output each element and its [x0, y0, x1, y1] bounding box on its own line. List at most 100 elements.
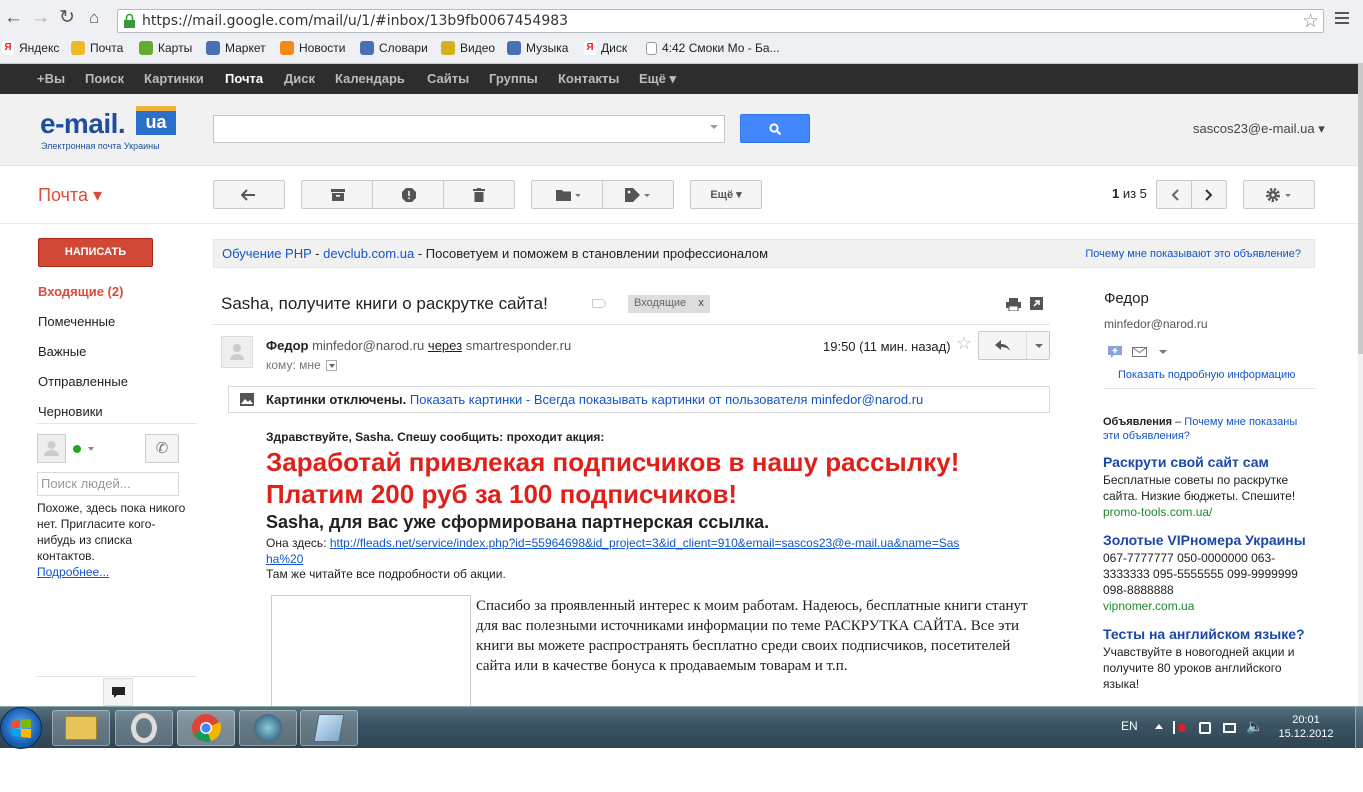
label-inbox[interactable]: Входящие x: [628, 295, 710, 313]
labels-button[interactable]: [602, 180, 674, 209]
gbar-calendar[interactable]: Календарь: [335, 71, 405, 86]
remove-label-icon[interactable]: x: [698, 297, 704, 309]
mail-switcher[interactable]: Почта ▾: [38, 185, 102, 206]
side-ad-url[interactable]: promo-tools.com.ua/: [1103, 505, 1212, 519]
account-menu[interactable]: sascos23@e-mail.ua ▾: [1193, 121, 1325, 137]
gbar-sites[interactable]: Сайты: [427, 71, 469, 86]
action-center-icon[interactable]: [1173, 721, 1186, 734]
show-images-link[interactable]: Показать картинки: [410, 392, 522, 407]
print-icon[interactable]: [1006, 298, 1021, 311]
always-show-images-link[interactable]: Всегда показывать картинки от пользовате…: [534, 392, 923, 407]
reload-icon[interactable]: ↻: [59, 8, 75, 28]
new-window-icon[interactable]: [1030, 297, 1043, 310]
chat-add-icon[interactable]: [1108, 346, 1122, 358]
show-desktop-button[interactable]: [1355, 707, 1363, 749]
ad-link-devclub[interactable]: devclub.com.ua: [323, 246, 414, 261]
via-link[interactable]: через: [428, 338, 462, 353]
move-to-button[interactable]: [531, 180, 603, 209]
network-icon[interactable]: [1223, 723, 1236, 733]
device-icon[interactable]: [1199, 722, 1211, 734]
taskbar-media-app[interactable]: [239, 710, 297, 746]
chat-more-link[interactable]: Подробнее...: [37, 565, 109, 579]
side-ad-title[interactable]: Раскрути свой сайт сам: [1103, 454, 1269, 470]
status-online-icon[interactable]: [73, 445, 81, 453]
volume-icon[interactable]: 🔈: [1246, 718, 1263, 735]
taskbar-notepad[interactable]: [300, 710, 358, 746]
forward-icon[interactable]: →: [31, 8, 50, 28]
bookmark-karty[interactable]: Карты: [139, 41, 192, 55]
older-button[interactable]: [1191, 180, 1227, 209]
side-ad-title[interactable]: Золотые VIPномера Украины: [1103, 532, 1306, 548]
chat-toggle-button[interactable]: [103, 678, 133, 706]
search-options-icon[interactable]: [710, 125, 718, 129]
nav-sent[interactable]: Отправленные: [38, 374, 128, 389]
system-clock[interactable]: 20:01 15.12.2012: [1275, 713, 1337, 741]
divider: [1103, 388, 1315, 389]
partner-link[interactable]: http://fleads.net/service/index.php?id=5…: [266, 536, 959, 566]
gbar-mail[interactable]: Почта: [225, 71, 263, 86]
contact-actions-dropdown-icon[interactable]: [1159, 350, 1167, 354]
bookmark-muzyka[interactable]: Музыка: [507, 41, 568, 55]
bookmark-market[interactable]: Маркет: [206, 41, 266, 55]
more-button[interactable]: Ещё ▾: [690, 180, 762, 209]
gbar-contacts[interactable]: Контакты: [558, 71, 619, 86]
ad-why-link[interactable]: Почему мне показывают это объявление?: [1085, 248, 1301, 260]
bookmark-disk[interactable]: Я Диск: [584, 41, 627, 55]
star-icon[interactable]: ☆: [956, 333, 972, 354]
gbar-more[interactable]: Ещё ▾: [639, 71, 676, 87]
settings-button[interactable]: [1243, 180, 1315, 209]
star-icon[interactable]: ☆: [1302, 10, 1319, 33]
call-phone-button[interactable]: ✆: [145, 434, 179, 463]
gbar-drive[interactable]: Диск: [284, 71, 315, 86]
bookmark-slovari[interactable]: Словари: [360, 41, 428, 55]
sender-avatar[interactable]: [221, 336, 253, 368]
nav-important[interactable]: Важные: [38, 344, 86, 359]
back-to-inbox-button[interactable]: [213, 180, 285, 209]
bookmark-song[interactable]: 4:42 Смоки Мо - Ба...: [646, 41, 780, 55]
contact-details-link[interactable]: Показать подробную информацию: [1118, 369, 1295, 381]
nav-inbox[interactable]: Входящие (2): [38, 284, 123, 299]
sender-name[interactable]: Федор: [266, 338, 308, 353]
status-dropdown-icon[interactable]: [88, 447, 94, 451]
gbar-plus-you[interactable]: +Вы: [37, 71, 65, 86]
logo-subtitle: Электронная почта Украины: [41, 141, 160, 151]
details-dropdown-icon[interactable]: [326, 360, 338, 372]
page-scrollbar[interactable]: [1358, 64, 1363, 706]
address-bar[interactable]: https://mail.google.com/mail/u/1/#inbox/…: [117, 9, 1324, 33]
bookmark-yandex[interactable]: Я Яндекс: [2, 41, 59, 55]
tray-expand-icon[interactable]: [1155, 724, 1163, 729]
taskbar-explorer[interactable]: [52, 710, 110, 746]
scrollbar-thumb[interactable]: [1358, 64, 1363, 354]
bookmark-novosti[interactable]: Новости: [280, 41, 345, 55]
ad-link-php[interactable]: Обучение PHP: [222, 246, 312, 261]
report-spam-button[interactable]: [372, 180, 444, 209]
nav-starred[interactable]: Помеченные: [38, 314, 115, 329]
taskbar-chrome[interactable]: [177, 710, 235, 746]
language-indicator[interactable]: EN: [1121, 719, 1138, 733]
gbar-search[interactable]: Поиск: [85, 71, 124, 86]
delete-button[interactable]: [443, 180, 515, 209]
compose-button[interactable]: НАПИСАТЬ: [38, 238, 153, 267]
email-icon[interactable]: [1132, 347, 1147, 357]
search-button[interactable]: [740, 114, 810, 143]
reply-button[interactable]: [979, 332, 1027, 359]
people-search-input[interactable]: Поиск людей...: [37, 472, 179, 496]
nav-drafts[interactable]: Черновики: [38, 404, 103, 419]
chat-avatar[interactable]: [37, 434, 66, 463]
bookmark-pochta[interactable]: Почта: [71, 41, 123, 55]
importance-marker-icon[interactable]: [592, 299, 606, 308]
gbar-images[interactable]: Картинки: [144, 71, 204, 86]
start-button[interactable]: [0, 707, 42, 749]
search-input[interactable]: [213, 115, 725, 143]
reply-options-icon[interactable]: [1035, 344, 1043, 348]
menu-icon[interactable]: [1335, 12, 1349, 27]
archive-button[interactable]: [301, 180, 373, 209]
gbar-groups[interactable]: Группы: [489, 71, 538, 86]
back-icon[interactable]: ←: [4, 8, 23, 28]
bookmark-video[interactable]: Видео: [441, 41, 495, 55]
taskbar-opera[interactable]: [115, 710, 173, 746]
newer-button[interactable]: [1156, 180, 1192, 209]
side-ad-url[interactable]: vipnomer.com.ua: [1103, 599, 1194, 613]
home-icon[interactable]: ⌂: [89, 8, 99, 28]
side-ad-title[interactable]: Тесты на английском языке?: [1103, 626, 1305, 642]
